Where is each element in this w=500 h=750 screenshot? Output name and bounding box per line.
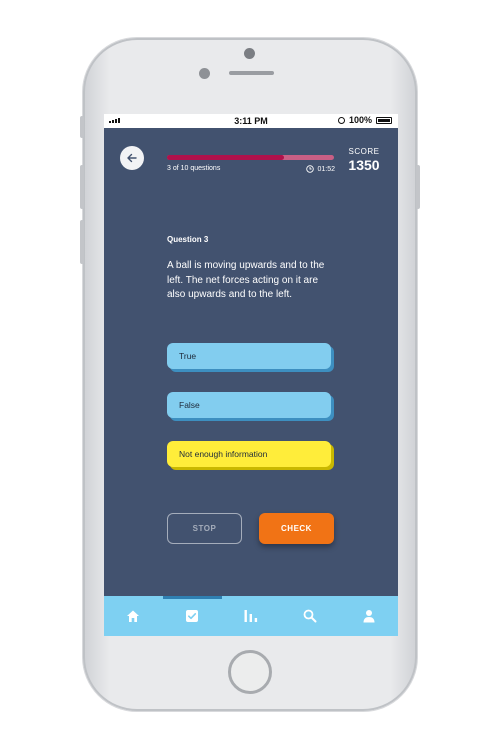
- timer: 01:52: [306, 165, 335, 173]
- answer-option-false[interactable]: False: [167, 392, 331, 418]
- question-text: A ball is moving upwards and to the left…: [167, 260, 325, 300]
- checkbox-icon: [186, 610, 199, 622]
- progress-bar: [167, 155, 334, 160]
- clock-icon: [306, 165, 315, 173]
- tab-home[interactable]: [104, 596, 163, 636]
- status-time: 3:11 PM: [234, 116, 268, 126]
- volume-down-button[interactable]: [80, 220, 84, 264]
- check-button[interactable]: CHECK: [259, 513, 334, 544]
- earpiece-speaker: [229, 71, 274, 75]
- progress-bar-fill: [167, 155, 284, 160]
- user-icon: [363, 610, 375, 623]
- battery-percent: 100%: [348, 115, 372, 125]
- tab-stats[interactable]: [222, 596, 281, 636]
- tab-bar: [104, 596, 398, 636]
- front-camera: [244, 48, 255, 59]
- answer-label: False: [179, 400, 200, 410]
- tab-profile[interactable]: [339, 596, 398, 636]
- app-screen: 3:11 PM 100% 3 of 10 questions 01:52 SCO…: [104, 114, 398, 636]
- question-title: Question 3: [167, 235, 209, 244]
- bar-chart-icon: [244, 610, 258, 622]
- home-icon: [127, 610, 140, 622]
- stop-button[interactable]: STOP: [167, 513, 242, 544]
- home-button[interactable]: [228, 650, 272, 694]
- progress-text: 3 of 10 questions: [167, 165, 221, 172]
- score-label: SCORE: [348, 147, 380, 156]
- tab-search[interactable]: [280, 596, 339, 636]
- battery-icon: [376, 116, 392, 124]
- answer-option-not-enough-information[interactable]: Not enough information: [167, 441, 331, 467]
- tab-tasks[interactable]: [163, 596, 222, 636]
- search-icon: [303, 609, 317, 623]
- answer-label: True: [179, 351, 197, 361]
- volume-up-button[interactable]: [80, 165, 84, 209]
- score-value: 1350: [348, 157, 380, 173]
- timer-value: 01:52: [317, 165, 335, 173]
- signal-icon: [109, 118, 120, 123]
- proximity-sensor: [199, 68, 210, 79]
- answer-option-true[interactable]: True: [167, 343, 331, 369]
- mute-switch[interactable]: [80, 116, 84, 138]
- power-button[interactable]: [416, 165, 420, 209]
- back-button[interactable]: [120, 146, 144, 170]
- alarm-icon: [337, 116, 345, 124]
- status-bar: 3:11 PM 100%: [104, 114, 398, 128]
- answer-label: Not enough information: [179, 449, 268, 459]
- arrow-left-icon: [127, 153, 137, 163]
